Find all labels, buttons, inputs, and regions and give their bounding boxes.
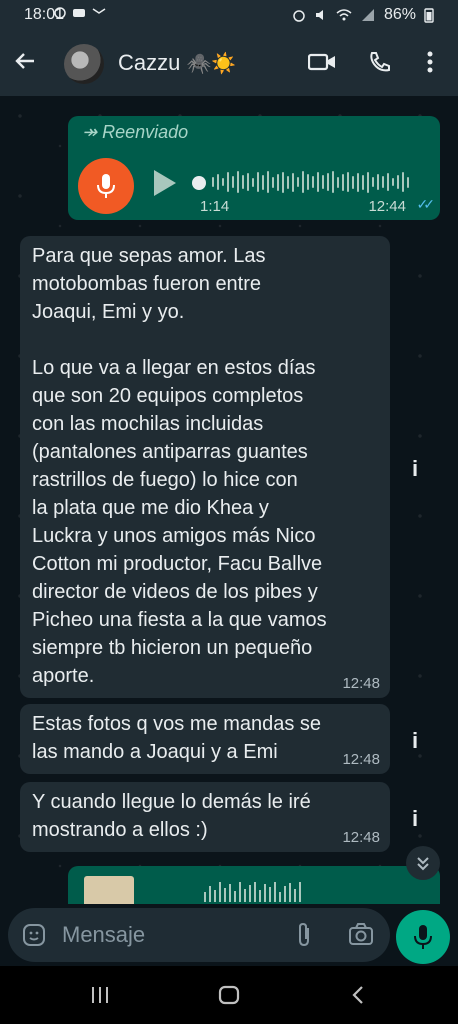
forwarded-label: ↠ Reenviado (82, 122, 188, 143)
contact-emoji: 🕷️☀️ (186, 53, 237, 75)
contact-name-text: Cazzu (118, 50, 181, 75)
signal-icon (361, 9, 374, 21)
message-time: 12:44 (368, 198, 406, 215)
youtube-icon (73, 9, 85, 17)
status-bar: 18:01 86% (0, 0, 458, 30)
system-navigation-bar (0, 966, 458, 1024)
more-options-icon[interactable] (414, 46, 446, 78)
home-icon[interactable] (209, 980, 249, 1010)
message-input-container[interactable]: Mensaje (8, 908, 390, 962)
voice-waveform[interactable] (212, 170, 409, 194)
microphone-icon (97, 174, 115, 198)
recent-apps-icon[interactable] (80, 980, 120, 1010)
forwarded-icon: ↠ (82, 122, 98, 142)
message-time: 12:48 (342, 829, 380, 846)
message-time: 12:48 (342, 675, 380, 692)
attach-icon[interactable] (294, 922, 314, 953)
playback-scrubber[interactable] (192, 176, 206, 190)
notification-icons (54, 7, 106, 19)
alarm-icon (293, 10, 305, 22)
play-icon[interactable] (154, 170, 176, 196)
camera-icon[interactable] (348, 922, 374, 951)
voice-record-button[interactable] (396, 910, 450, 964)
contact-name[interactable]: Cazzu 🕷️☀️ (118, 50, 236, 76)
message-text: Estas fotos q vos me mandas se las mando… (32, 713, 322, 763)
chat-header: Cazzu 🕷️☀️ (0, 30, 458, 96)
voice-message-outgoing[interactable]: ↠ Reenviado 1:14 12:44 ✓✓ (68, 116, 440, 220)
info-icon[interactable]: i (410, 806, 420, 832)
voice-message-outgoing-partial[interactable] (68, 866, 440, 906)
scroll-to-bottom-button[interactable] (406, 846, 440, 880)
double-chevron-down-icon (417, 857, 429, 871)
wifi-icon (336, 9, 352, 21)
voice-duration: 1:14 (200, 198, 230, 215)
message-bubble-incoming[interactable]: Para que sepas amor. Las motobombas fuer… (20, 236, 390, 698)
whatsapp-icon (54, 7, 66, 19)
avatar[interactable] (64, 44, 104, 84)
message-time: 12:48 (342, 751, 380, 768)
battery-icon (424, 8, 434, 23)
battery-level: 86% (383, 6, 416, 23)
info-icon[interactable]: i (410, 728, 420, 754)
info-icon[interactable]: i (410, 456, 420, 482)
forwarded-text: Reenviado (102, 122, 189, 142)
phone-call-icon[interactable] (364, 46, 396, 78)
voice-waveform (204, 882, 301, 902)
message-text: Para que sepas amor. Las motobombas fuer… (32, 245, 327, 687)
message-bubble-incoming[interactable]: Estas fotos q vos me mandas se las mando… (20, 704, 390, 774)
video-call-icon[interactable] (306, 46, 338, 78)
mail-icon (92, 8, 106, 14)
back-nav-icon[interactable] (338, 980, 378, 1010)
message-input-placeholder[interactable]: Mensaje (62, 922, 145, 948)
status-right: 86% (292, 6, 434, 24)
message-bubble-incoming[interactable]: Y cuando llegue lo demás le iré mostrand… (20, 782, 390, 852)
mute-icon (315, 10, 323, 20)
message-composer: Mensaje (0, 904, 458, 966)
sticker-icon[interactable] (22, 923, 46, 952)
microphone-icon (414, 925, 432, 949)
read-receipt-icon: ✓✓ (416, 196, 436, 212)
voice-sender-avatar (78, 158, 134, 214)
voice-sender-thumbnail (84, 876, 134, 906)
message-text: Y cuando llegue lo demás le iré mostrand… (32, 791, 311, 841)
back-arrow-icon[interactable] (14, 50, 36, 76)
